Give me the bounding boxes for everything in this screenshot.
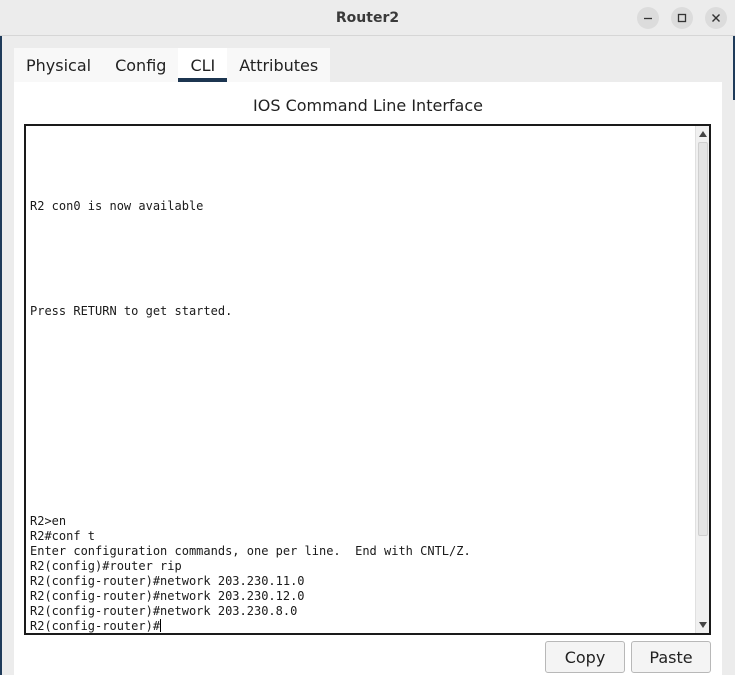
terminal-output: R2 con0 is now available Press RETURN to… [30,126,690,633]
text-cursor [160,619,162,632]
close-button[interactable] [705,7,727,29]
terminal-line: Press RETURN to get started. [30,304,233,318]
maximize-icon [677,13,687,23]
terminal-line: Enter configuration commands, one per li… [30,544,471,558]
maximize-button[interactable] [671,7,693,29]
terminal-line: R2 con0 is now available [30,199,204,213]
minimize-button[interactable] [637,7,659,29]
vertical-scrollbar[interactable] [695,126,709,633]
background-window-edge [0,36,2,675]
terminal-prompt-line: R2(config-router)# [30,619,162,633]
scroll-up-button[interactable] [696,127,709,141]
tab-physical[interactable]: Physical [14,48,104,82]
minimize-icon [644,17,652,20]
copy-button[interactable]: Copy [545,641,625,673]
paste-button[interactable]: Paste [631,641,711,673]
scroll-down-arrow-icon [699,622,707,628]
scroll-down-button[interactable] [696,618,709,632]
tab-attributes[interactable]: Attributes [227,48,331,82]
terminal-line: R2(config)#router rip [30,559,182,573]
panel-title: IOS Command Line Interface [253,96,483,115]
close-icon [712,14,720,22]
tab-config[interactable]: Config [103,48,179,82]
cli-panel: IOS Command Line Interface R2 con0 is no… [14,82,722,675]
title-bar: Router2 [0,0,735,36]
terminal-line: R2(config-router)#network 203.230.11.0 [30,574,305,588]
terminal-line: R2(config-router)#network 203.230.12.0 [30,589,305,603]
tab-bar: Physical Config CLI Attributes [14,48,331,82]
cli-terminal[interactable]: R2 con0 is now available Press RETURN to… [24,124,711,635]
terminal-line: R2>en [30,514,67,528]
tab-cli[interactable]: CLI [178,48,228,82]
terminal-line: R2(config-router)#network 203.230.8.0 [30,604,298,618]
window-title: Router2 [335,10,400,26]
terminal-line: R2#conf t [30,529,96,543]
scrollbar-thumb[interactable] [698,142,708,536]
terminal-prompt: R2(config-router)# [30,619,161,633]
scroll-up-arrow-icon [699,131,707,137]
